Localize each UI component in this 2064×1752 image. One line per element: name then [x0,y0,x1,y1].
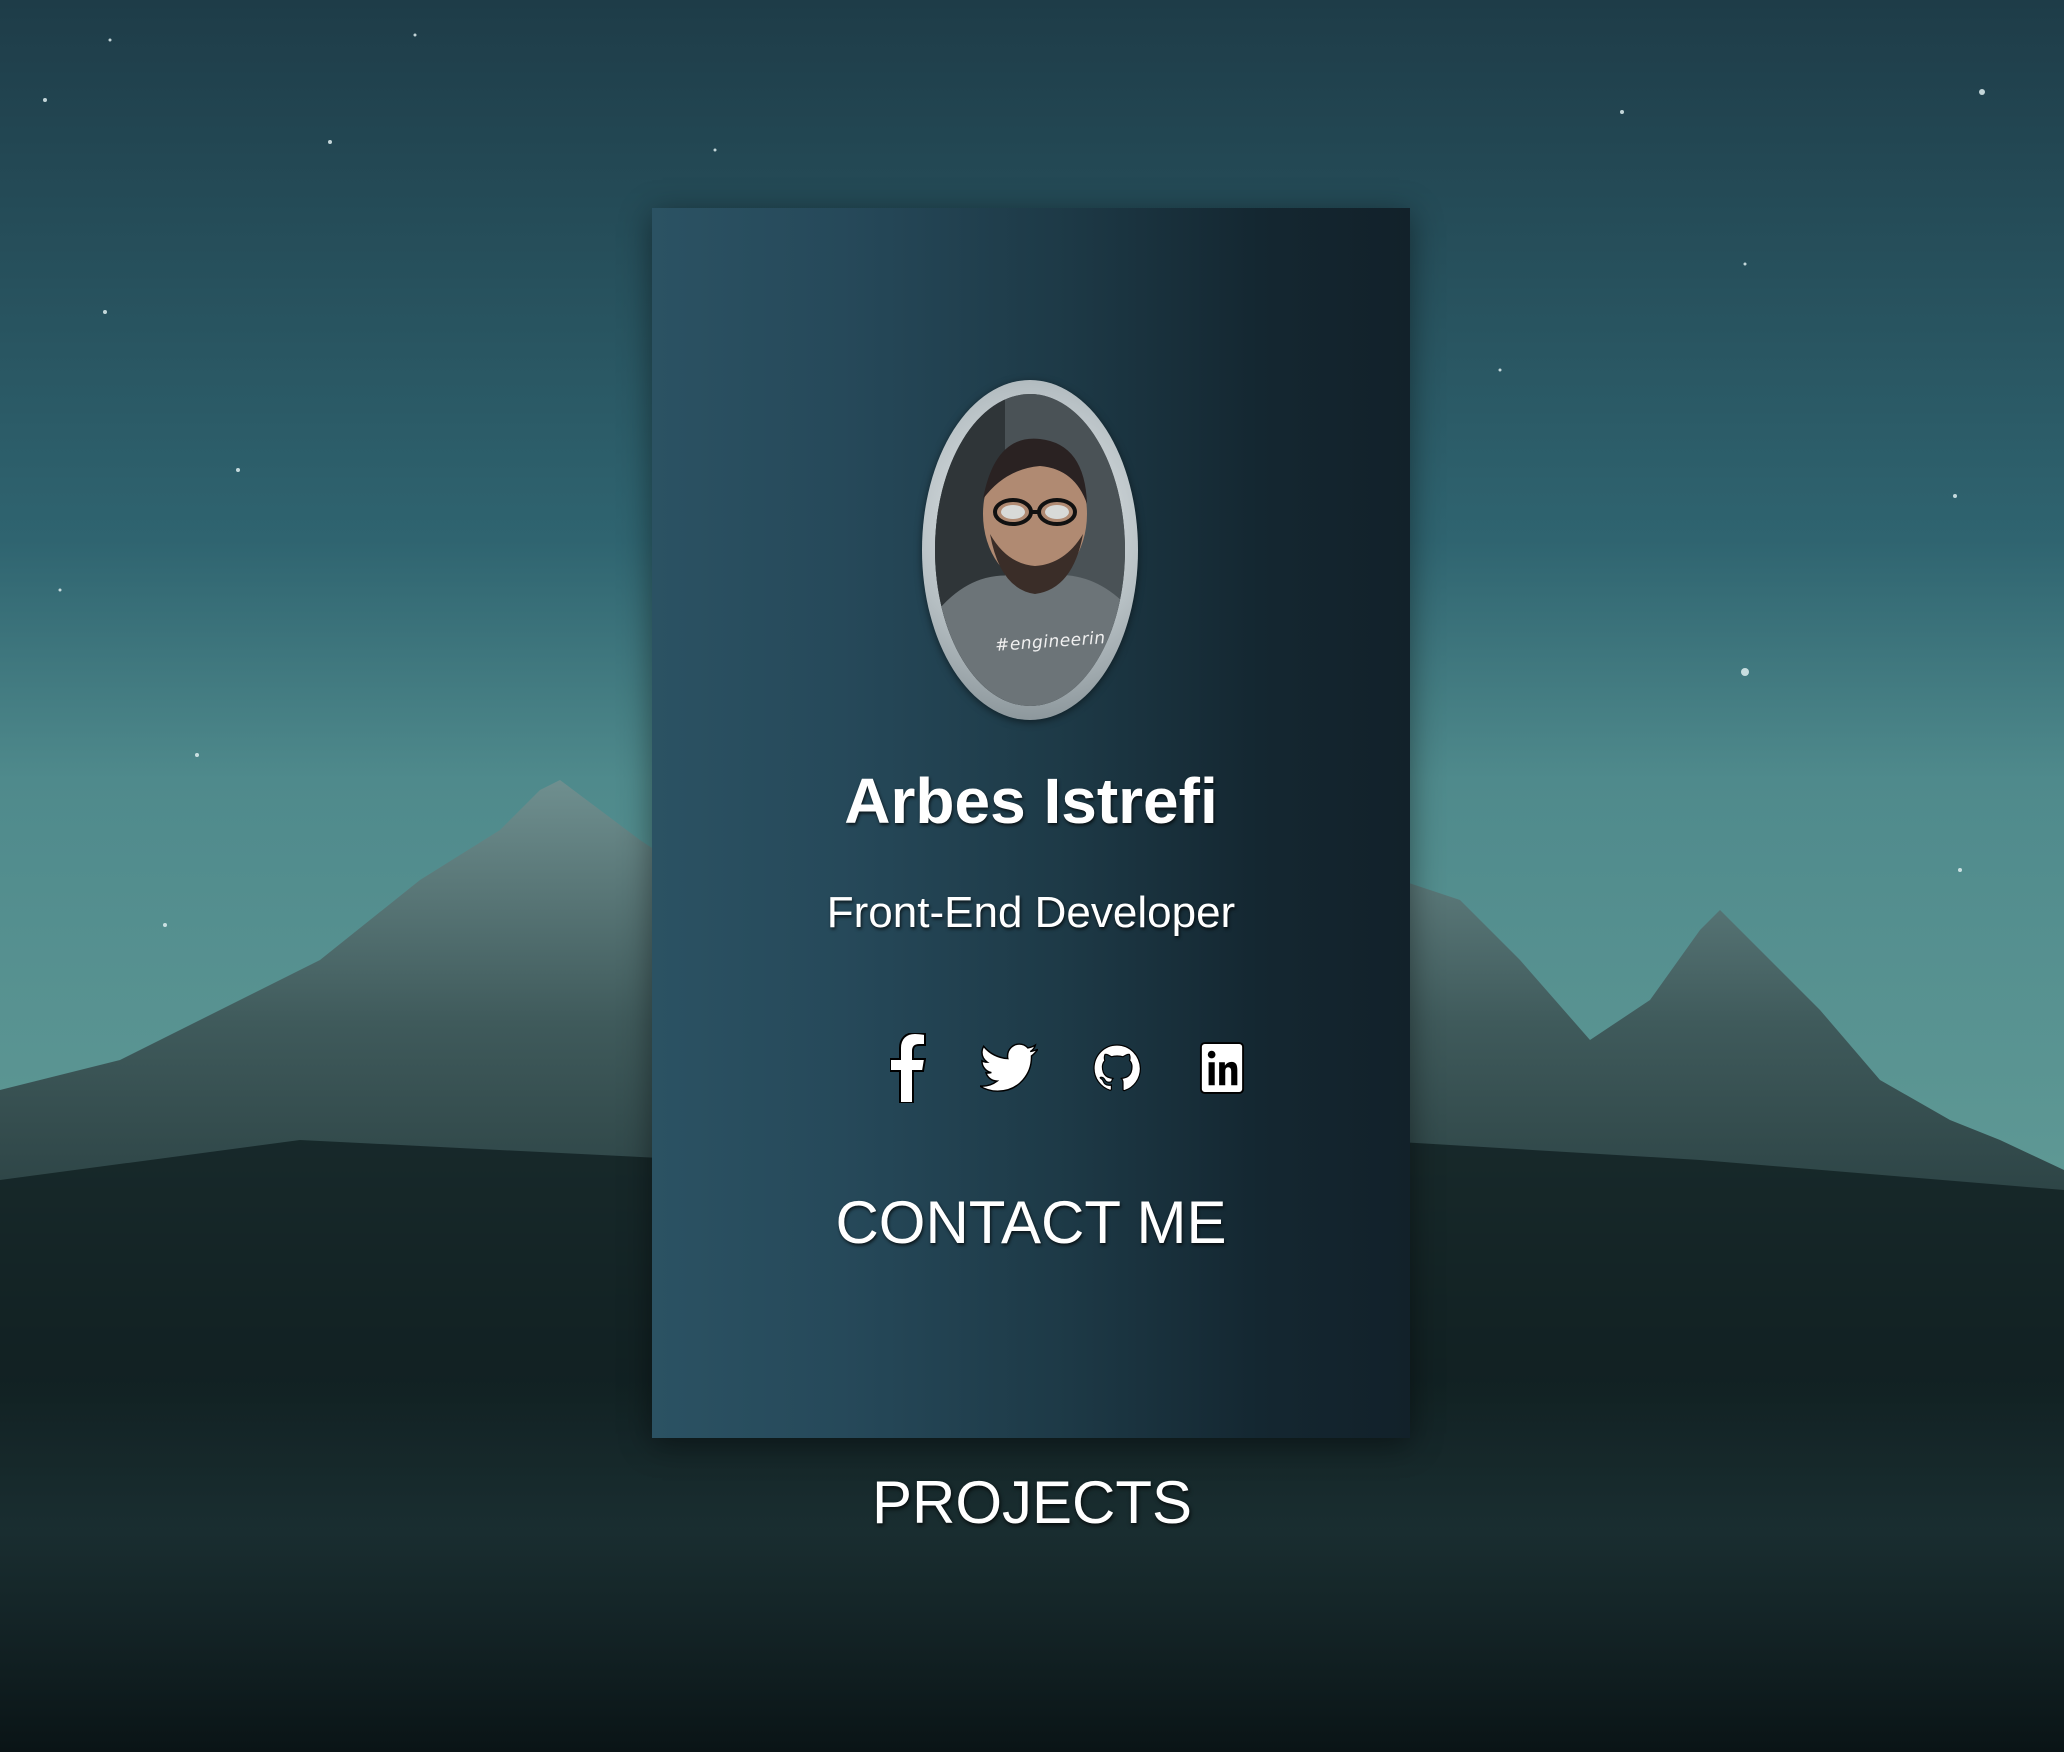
projects-link[interactable]: PROJECTS [0,1468,2064,1537]
linkedin-icon [1199,1042,1245,1094]
github-link[interactable] [1082,1028,1152,1108]
profile-role: Front-End Developer [826,888,1236,937]
twitter-link[interactable] [974,1028,1044,1108]
facebook-icon [890,1033,926,1103]
linkedin-link[interactable] [1187,1028,1257,1108]
github-icon [1093,1044,1141,1092]
twitter-icon [980,1043,1038,1092]
profile-card: #engineerin Arbes Istrefi Front-End Deve… [652,208,1410,1438]
profile-name: Arbes Istrefi [844,765,1218,837]
profile-page: #engineerin Arbes Istrefi Front-End Deve… [0,0,2064,1752]
avatar-photo: #engineerin [935,394,1125,706]
avatar: #engineerin [922,380,1138,720]
social-links [652,1028,1410,1108]
contact-me-button[interactable]: CONTACT ME [652,1188,1410,1257]
facebook-link[interactable] [873,1028,943,1108]
avatar-image [935,394,1125,706]
